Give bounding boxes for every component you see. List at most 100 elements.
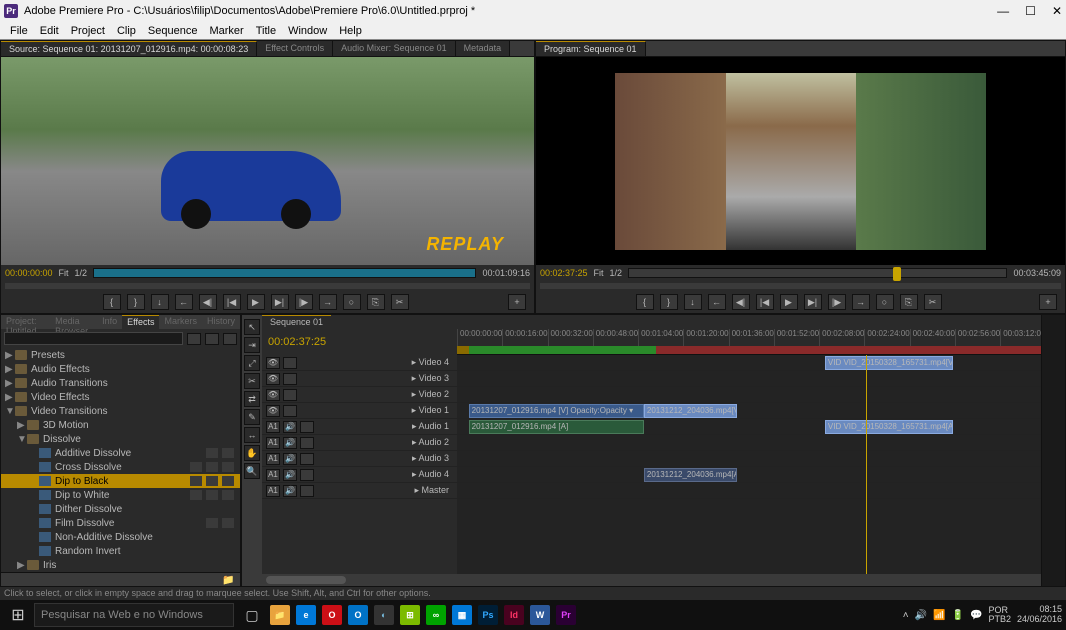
tree-additive-dissolve[interactable]: Additive Dissolve xyxy=(1,446,240,460)
track-lane-audio-1[interactable]: 20131207_012916.mp4 [A]VID VID_20150328_… xyxy=(457,419,1041,435)
source-scrubber[interactable] xyxy=(93,268,476,278)
track-lane-video-3[interactable] xyxy=(457,371,1041,387)
panel-tab-markers[interactable]: Markers xyxy=(159,315,202,329)
track-lane-master[interactable] xyxy=(457,483,1041,499)
timeline-tool-4[interactable]: ⇄ xyxy=(244,391,260,407)
menu-sequence[interactable]: Sequence xyxy=(142,25,204,37)
taskbar-app-5[interactable]: ⊞ xyxy=(400,605,420,625)
fx-filter-icon[interactable] xyxy=(187,333,201,345)
source-tab-0[interactable]: Source: Sequence 01: 20131207_012916.mp4… xyxy=(1,41,257,56)
eye-icon[interactable]: 🔊 xyxy=(283,437,297,449)
menu-title[interactable]: Title xyxy=(250,25,282,37)
menu-project[interactable]: Project xyxy=(65,25,111,37)
transport-btn-1[interactable]: } xyxy=(127,294,145,310)
lock-icon[interactable] xyxy=(300,437,314,449)
taskbar-app-0[interactable]: 📁 xyxy=(270,605,290,625)
tree-video-effects[interactable]: ▶Video Effects xyxy=(1,390,240,404)
timeline-tool-2[interactable]: ⤢ xyxy=(244,355,260,371)
timeline-tool-0[interactable]: ↖ xyxy=(244,319,260,335)
source-in-timecode[interactable]: 00:00:00:00 xyxy=(5,268,53,278)
timeline-timecode[interactable]: 00:02:37:25 xyxy=(268,336,326,348)
source-tab-1[interactable]: Effect Controls xyxy=(257,41,333,56)
taskbar-app-4[interactable]: ◐ xyxy=(374,605,394,625)
tray-network-icon[interactable]: 📶 xyxy=(933,610,945,621)
tray-volume-icon[interactable]: 🔊 xyxy=(915,610,927,621)
tray-battery-icon[interactable]: 🔋 xyxy=(952,610,964,621)
timeline-ruler[interactable]: 00:00:00:0000:00:16:0000:00:32:0000:00:4… xyxy=(457,329,1041,355)
transport-btn-4[interactable]: ◀| xyxy=(732,294,750,310)
tray-lang[interactable]: POR PTB2 xyxy=(988,606,1011,624)
timeline-content[interactable]: VID VID_20150328_165731.mp4[V] 20131207_0… xyxy=(457,355,1041,574)
disclosure-icon[interactable]: ▶ xyxy=(5,350,15,361)
taskbar-app-11[interactable]: Pr xyxy=(556,605,576,625)
add-button-icon[interactable]: + xyxy=(1039,294,1057,310)
tree-dissolve[interactable]: ▼Dissolve xyxy=(1,432,240,446)
transport-btn-7[interactable]: ▶| xyxy=(804,294,822,310)
start-button[interactable]: ⊞ xyxy=(4,602,32,628)
track-header-master[interactable]: A1🔊▸ Master xyxy=(262,483,457,499)
tree-cross-dissolve[interactable]: Cross Dissolve xyxy=(1,460,240,474)
panel-tab-info[interactable]: Info xyxy=(97,315,122,329)
clip[interactable]: 20131212_204036.mp4[V] Y xyxy=(644,404,737,418)
transport-btn-9[interactable]: → xyxy=(852,294,870,310)
effects-search-input[interactable] xyxy=(4,332,183,345)
taskbar-clock[interactable]: 08:15 24/06/2016 xyxy=(1017,605,1062,625)
menu-window[interactable]: Window xyxy=(282,25,333,37)
transport-btn-5[interactable]: |◀ xyxy=(223,294,241,310)
source-zoom-bar[interactable] xyxy=(5,283,530,289)
track-header-video-3[interactable]: 👁▸ Video 3 xyxy=(262,371,457,387)
track-header-video-4[interactable]: 👁▸ Video 4 xyxy=(262,355,457,371)
transport-btn-6[interactable]: ▶ xyxy=(780,294,798,310)
track-header-audio-1[interactable]: A1🔊▸ Audio 1 xyxy=(262,419,457,435)
tree-iris[interactable]: ▶Iris xyxy=(1,558,240,572)
lock-icon[interactable] xyxy=(283,405,297,417)
lock-icon[interactable] xyxy=(283,389,297,401)
new-bin-icon[interactable]: 📁 xyxy=(222,575,236,585)
task-view-icon[interactable]: ▢ xyxy=(236,602,268,628)
tray-action-icon[interactable]: 💬 xyxy=(970,610,982,621)
panel-tab-history[interactable]: History xyxy=(202,315,240,329)
track-header-audio-3[interactable]: A1🔊▸ Audio 3 xyxy=(262,451,457,467)
program-in-timecode[interactable]: 00:02:37:25 xyxy=(540,268,588,278)
transport-btn-12[interactable]: ✂ xyxy=(391,294,409,310)
source-half-dropdown[interactable]: 1/2 xyxy=(75,268,88,278)
tree-audio-effects[interactable]: ▶Audio Effects xyxy=(1,362,240,376)
transport-btn-2[interactable]: ↓ xyxy=(151,294,169,310)
transport-btn-9[interactable]: → xyxy=(319,294,337,310)
eye-icon[interactable]: 🔊 xyxy=(283,453,297,465)
taskbar-app-6[interactable]: ∞ xyxy=(426,605,446,625)
a1-target[interactable]: A1 xyxy=(266,453,280,465)
timeline-tool-3[interactable]: ✂ xyxy=(244,373,260,389)
track-header-audio-4[interactable]: A1🔊▸ Audio 4 xyxy=(262,467,457,483)
clip[interactable]: 20131212_204036.mp4[A] xyxy=(644,468,737,482)
timeline-zoom-slider[interactable] xyxy=(266,576,346,584)
taskbar-app-9[interactable]: Id xyxy=(504,605,524,625)
transport-btn-10[interactable]: ○ xyxy=(876,294,894,310)
disclosure-icon[interactable]: ▶ xyxy=(5,364,15,375)
transport-btn-11[interactable]: ⎘ xyxy=(367,294,385,310)
transport-btn-3[interactable]: ← xyxy=(175,294,193,310)
transport-btn-3[interactable]: ← xyxy=(708,294,726,310)
timeline-tool-6[interactable]: ↔ xyxy=(244,427,260,443)
sequence-tab[interactable]: Sequence 01 xyxy=(262,315,331,329)
track-header-video-1[interactable]: 👁▸ Video 1 xyxy=(262,403,457,419)
track-lane-video-4[interactable]: VID VID_20150328_165731.mp4[V] xyxy=(457,355,1041,371)
taskbar-app-3[interactable]: O xyxy=(348,605,368,625)
track-lane-audio-3[interactable] xyxy=(457,451,1041,467)
source-tab-2[interactable]: Audio Mixer: Sequence 01 xyxy=(333,41,456,56)
track-lane-audio-2[interactable] xyxy=(457,435,1041,451)
panel-tab-effects[interactable]: Effects xyxy=(122,315,159,329)
a1-target[interactable]: A1 xyxy=(266,437,280,449)
transport-btn-12[interactable]: ✂ xyxy=(924,294,942,310)
tree-random-invert[interactable]: Random Invert xyxy=(1,544,240,558)
eye-icon[interactable]: 🔊 xyxy=(283,421,297,433)
tree-dip-to-white[interactable]: Dip to White xyxy=(1,488,240,502)
fx-yuv-icon[interactable] xyxy=(223,333,237,345)
tree-presets[interactable]: ▶Presets xyxy=(1,348,240,362)
transport-btn-8[interactable]: |▶ xyxy=(828,294,846,310)
program-fit-dropdown[interactable]: Fit xyxy=(594,268,604,278)
source-tab-3[interactable]: Metadata xyxy=(456,41,511,56)
clip[interactable]: VID VID_20150328_165731.mp4[V] xyxy=(825,356,953,370)
disclosure-icon[interactable]: ▶ xyxy=(17,560,27,571)
disclosure-icon[interactable]: ▶ xyxy=(17,420,27,431)
